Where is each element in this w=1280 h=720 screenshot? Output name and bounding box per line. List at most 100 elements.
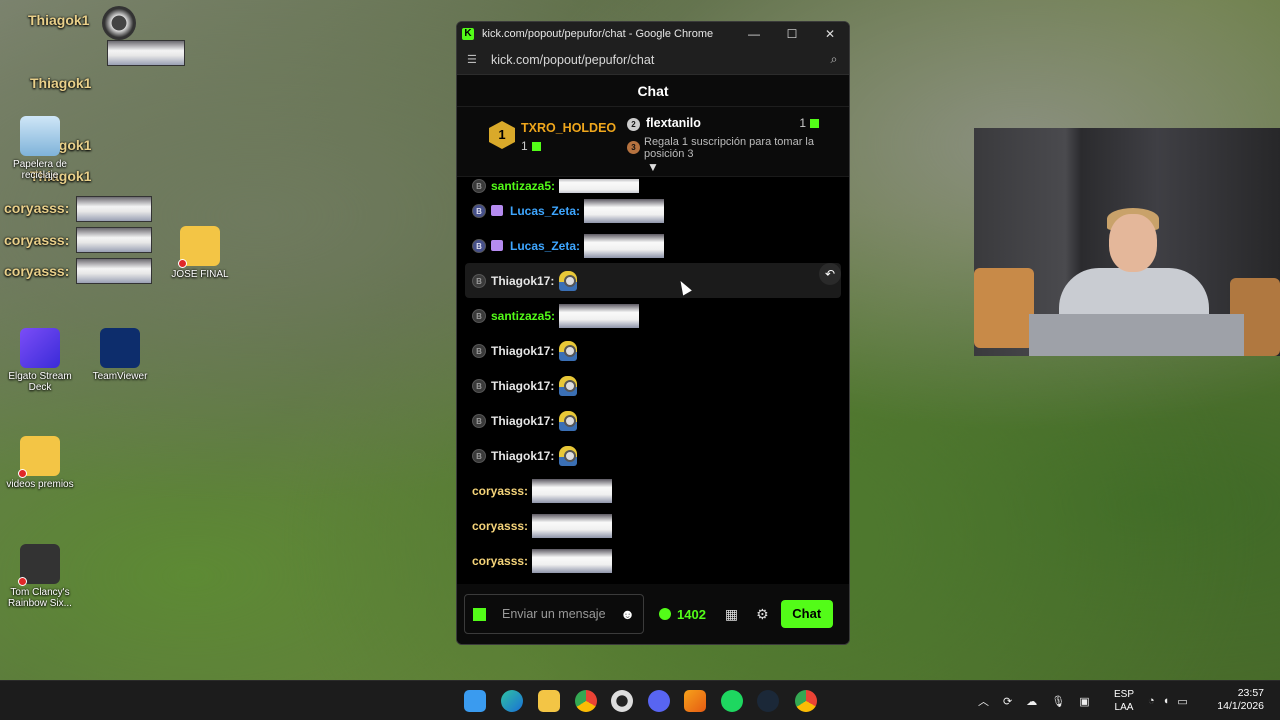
obs-taskbar-icon[interactable]	[611, 690, 633, 712]
screen-icon[interactable]: ▣	[1079, 695, 1089, 708]
store-icon[interactable]: ▦	[725, 606, 738, 623]
chat-message: B santizaza5:	[457, 179, 849, 193]
gift-leaderboard: 1 TXRO_HOLDEO 1 2 flextanilo 1 3 Regala …	[457, 107, 849, 177]
chat-username[interactable]: Thiagok17:	[491, 379, 554, 393]
emote-image	[559, 303, 640, 328]
emote-image	[559, 340, 578, 361]
maximize-button[interactable]: ☐	[773, 27, 811, 41]
gift-icon	[531, 142, 541, 151]
chat-username[interactable]: Thiagok17:	[491, 414, 554, 428]
microphone-icon[interactable]: 🎙	[1051, 695, 1065, 708]
chat-input[interactable]: Enviar un mensaje ☻	[464, 594, 644, 634]
badge-icon: B	[472, 273, 486, 288]
close-button[interactable]: ✕	[811, 27, 849, 41]
chat-username[interactable]: Thiagok17:	[491, 274, 554, 288]
battery-icon[interactable]: ▭	[1177, 695, 1187, 708]
wifi-icon[interactable]: ◔	[1148, 695, 1155, 707]
language-indicator[interactable]: ESP LAA	[1114, 688, 1134, 714]
desktop-icon-label: JOSE FINAL	[171, 269, 229, 280]
desktop-icon-jose-final[interactable]: JOSE FINAL	[160, 226, 240, 280]
rank-1-badge: 1	[489, 121, 515, 149]
clock[interactable]: 23:57 14/1/2026	[1217, 687, 1264, 713]
chat-username[interactable]: Lucas_Zeta:	[510, 204, 580, 218]
volume-icon[interactable]: ◖	[1163, 695, 1170, 707]
rainbow-six-icon	[18, 544, 60, 586]
chevron-up-icon[interactable]: ︿	[978, 693, 989, 709]
send-chat-button[interactable]: Chat	[780, 600, 833, 628]
badge-icon: B	[472, 308, 486, 323]
leaderboard-first-name[interactable]: TXRO_HOLDEO	[521, 121, 616, 135]
desktop-icon-videos-premios[interactable]: videos premios	[0, 436, 80, 490]
minimize-button[interactable]: —	[735, 27, 773, 41]
desktop-icon-rainbow-six[interactable]: Tom Clancy's Rainbow Six...	[0, 544, 80, 609]
fl-studio-icon[interactable]	[684, 690, 706, 712]
site-info-icon[interactable]: ☰	[467, 53, 481, 66]
collapse-leaderboard-icon[interactable]: ▼	[647, 160, 659, 174]
file-explorer-icon[interactable]	[538, 690, 560, 712]
leaderboard-second-name[interactable]: flextanilo	[646, 116, 701, 130]
window-titlebar[interactable]: K kick.com/popout/pepufor/chat - Google …	[457, 22, 849, 45]
chat-message: B santizaza5:	[457, 298, 849, 333]
chrome-icon[interactable]	[575, 690, 597, 712]
clock-time: 23:57	[1237, 687, 1264, 699]
gift-icon	[810, 119, 819, 128]
steam-icon[interactable]	[757, 690, 779, 712]
chat-message: coryasss:	[457, 508, 849, 543]
chat-username[interactable]: santizaza5:	[491, 179, 555, 193]
chat-username[interactable]: Thiagok17:	[491, 449, 554, 463]
overlay-emote-image	[76, 258, 152, 284]
sync-icon[interactable]: ⟳	[1003, 695, 1012, 708]
folder-icon	[18, 436, 60, 478]
chat-username[interactable]: coryasss:	[472, 554, 528, 568]
spotify-icon[interactable]	[721, 690, 743, 712]
chat-username[interactable]: santizaza5:	[491, 309, 555, 323]
chat-message: coryasss:	[457, 543, 849, 578]
chat-messages[interactable]: B santizaza5: B Lucas_Zeta: B Lucas_Zeta…	[457, 179, 849, 584]
gift-icon[interactable]	[473, 607, 486, 621]
chat-input-placeholder[interactable]: Enviar un mensaje	[502, 607, 620, 621]
desktop-icon-label: Tom Clancy's Rainbow Six...	[8, 587, 72, 609]
points-value: 1402	[677, 606, 706, 622]
chat-username[interactable]: coryasss:	[472, 519, 528, 533]
reply-icon[interactable]: ↶	[819, 263, 841, 285]
emoji-icon[interactable]: ☻	[620, 606, 635, 622]
desktop-icon-stream-deck[interactable]: Elgato Stream Deck	[0, 328, 80, 393]
chat-message: coryasss:	[457, 473, 849, 508]
chat-message: B Thiagok17:	[457, 403, 849, 438]
chat-message: B Thiagok17:	[457, 368, 849, 403]
emote-image	[584, 233, 665, 258]
desktop-icon-recycle-bin[interactable]: Papelera de reciclaje	[0, 116, 80, 181]
badge-icon: B	[472, 448, 486, 463]
chat-username[interactable]: Thiagok17:	[491, 344, 554, 358]
overlay-name: Thiagok1	[30, 75, 92, 91]
channel-points[interactable]: 1402	[659, 607, 706, 622]
window-title: kick.com/popout/pepufor/chat - Google Ch…	[482, 27, 714, 40]
cloud-icon[interactable]: ☁	[1026, 695, 1037, 708]
chrome-icon-2[interactable]	[795, 690, 817, 712]
webcam-overlay	[974, 128, 1280, 356]
folder-icon	[178, 226, 220, 268]
gear-icon[interactable]: ⚙	[756, 606, 769, 623]
overlay-name: Thiagok1	[28, 12, 90, 28]
zoom-icon[interactable]: ⌕	[819, 52, 849, 67]
obs-icon[interactable]	[102, 6, 136, 40]
start-icon[interactable]	[464, 690, 486, 712]
overlay-name: coryasss:	[4, 200, 70, 216]
badge-icon: B	[472, 413, 486, 428]
desktop-icon-teamviewer[interactable]: TeamViewer	[80, 328, 160, 382]
edge-icon[interactable]	[501, 690, 523, 712]
chat-username[interactable]: Lucas_Zeta:	[510, 239, 580, 253]
leaderboard-first-count: 1	[521, 139, 541, 153]
subscriber-badge-icon	[491, 205, 503, 216]
badge-icon: B	[472, 238, 486, 253]
emote-image	[532, 548, 613, 573]
emote-image	[559, 375, 578, 396]
url-text[interactable]: kick.com/popout/pepufor/chat	[491, 53, 819, 67]
chat-message: B Thiagok17:	[465, 263, 841, 298]
discord-icon[interactable]	[648, 690, 670, 712]
address-bar[interactable]: ☰ kick.com/popout/pepufor/chat ⌕	[457, 45, 849, 75]
leaderboard-promo: Regala 1 suscripción para tomar la posic…	[644, 136, 814, 160]
emote-image	[559, 270, 578, 291]
chat-username[interactable]: coryasss:	[472, 484, 528, 498]
chat-message: B Thiagok17:	[457, 438, 849, 473]
